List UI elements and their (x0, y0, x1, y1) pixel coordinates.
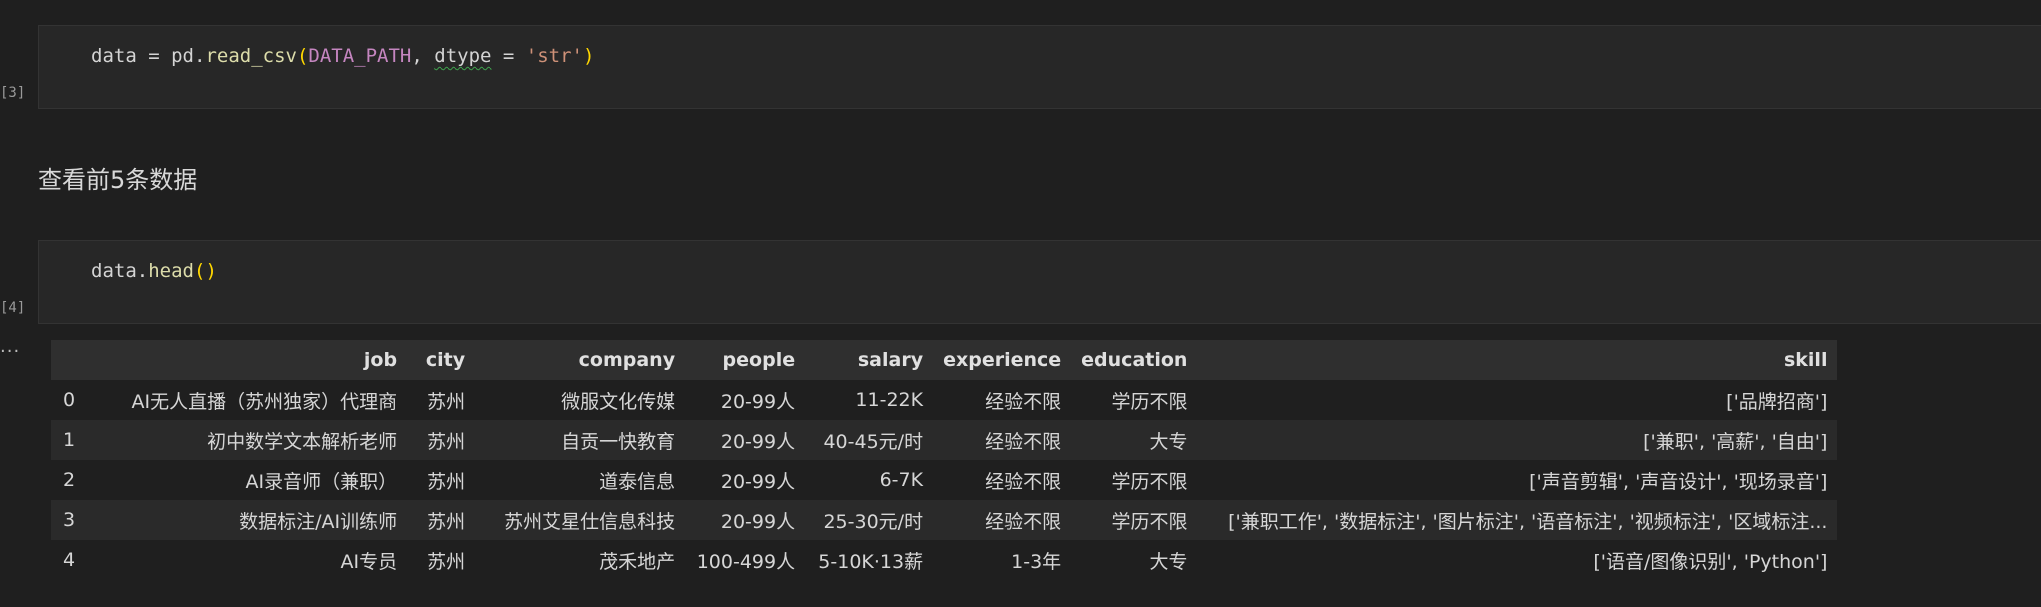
cell-education: 学历不限 (1071, 460, 1198, 500)
cell-skill: ['品牌招商'] (1197, 380, 1838, 420)
cell-education: 学历不限 (1071, 380, 1198, 420)
cell-city: 苏州 (407, 460, 476, 500)
code-token-var: data (91, 260, 137, 282)
markdown-heading: 查看前5条数据 (38, 166, 198, 194)
cell-city: 苏州 (407, 420, 476, 460)
code-token-close-paren: ) (205, 260, 217, 282)
dataframe-output: job city company people salary experienc… (51, 340, 1838, 580)
cell-experience: 经验不限 (933, 460, 1072, 500)
cell-company: 道泰信息 (475, 460, 686, 500)
row-index: 0 (51, 380, 88, 420)
cell-city: 苏州 (407, 380, 476, 420)
column-header-company: company (475, 340, 686, 380)
code-line[interactable]: data.head() (91, 260, 217, 282)
code-token-func: read_csv (205, 45, 297, 67)
cell-job: 初中数学文本解析老师 (87, 420, 408, 460)
code-token-open-paren: ( (296, 45, 309, 67)
output-menu-icon[interactable]: ... (0, 336, 20, 357)
column-header-job: job (87, 340, 408, 380)
execution-count: [4] (0, 300, 26, 316)
table-header-row: job city company people salary experienc… (51, 340, 1838, 380)
cell-skill: ['兼职', '高薪', '自由'] (1197, 420, 1838, 460)
cell-experience: 经验不限 (933, 500, 1072, 540)
cell-skill: ['声音剪辑', '声音设计', '现场录音'] (1197, 460, 1838, 500)
execution-count: [3] (0, 85, 26, 101)
cell-company: 微服文化传媒 (475, 380, 686, 420)
column-header-skill: skill (1197, 340, 1838, 380)
cell-company: 茂禾地产 (475, 540, 686, 580)
cell-people: 100-499人 (685, 540, 806, 580)
row-index: 1 (51, 420, 88, 460)
cell-salary: 5-10K·13薪 (805, 540, 934, 580)
code-token-open-paren: ( (193, 260, 206, 282)
cell-education: 大专 (1071, 540, 1198, 580)
column-header-city: city (407, 340, 476, 380)
cell-education: 学历不限 (1071, 500, 1198, 540)
code-token-arg: DATA_PATH (308, 45, 412, 67)
column-header-education: education (1071, 340, 1198, 380)
code-token-eq: = (491, 45, 526, 67)
cell-salary: 25-30元/时 (805, 500, 934, 540)
cell-city: 苏州 (407, 500, 476, 540)
notebook-page: data = pd.read_csv(DATA_PATH, dtype = 's… (0, 0, 2041, 607)
cell-experience: 1-3年 (933, 540, 1072, 580)
cell-city: 苏州 (407, 540, 476, 580)
code-token-dot: . (193, 45, 206, 67)
cell-salary: 11-22K (805, 380, 934, 420)
row-index: 3 (51, 500, 88, 540)
cell-company: 苏州艾星仕信息科技 (475, 500, 686, 540)
cell-salary: 40-45元/时 (805, 420, 934, 460)
code-token-comma: , (411, 45, 435, 67)
cell-experience: 经验不限 (933, 380, 1072, 420)
code-token-var: data (91, 45, 137, 67)
cell-people: 20-99人 (685, 420, 806, 460)
code-token-func: head (148, 260, 194, 282)
cell-job: AI专员 (87, 540, 408, 580)
cell-people: 20-99人 (685, 380, 806, 420)
code-token-string: 'str' (525, 45, 583, 67)
row-index: 2 (51, 460, 88, 500)
cell-company: 自贡一快教育 (475, 420, 686, 460)
table-row: 0 AI无人直播（苏州独家）代理商 苏州 微服文化传媒 20-99人 11-22… (51, 380, 1838, 420)
code-token-obj: pd (171, 45, 194, 67)
cell-salary: 6-7K (805, 460, 934, 500)
table-row: 2 AI录音师（兼职） 苏州 道泰信息 20-99人 6-7K 经验不限 学历不… (51, 460, 1838, 500)
cell-people: 20-99人 (685, 460, 806, 500)
code-token-dot: . (136, 260, 149, 282)
column-header-people: people (685, 340, 806, 380)
cell-experience: 经验不限 (933, 420, 1072, 460)
code-token-assign: = (136, 45, 172, 67)
code-token-kwarg: dtype (434, 45, 492, 67)
code-cell-read-csv[interactable]: data = pd.read_csv(DATA_PATH, dtype = 's… (38, 25, 2041, 109)
cell-job: 数据标注/AI训练师 (87, 500, 408, 540)
table-row: 1 初中数学文本解析老师 苏州 自贡一快教育 20-99人 40-45元/时 经… (51, 420, 1838, 460)
code-cell-head[interactable]: data.head() (38, 240, 2041, 324)
column-header-experience: experience (933, 340, 1072, 380)
table-row: 3 数据标注/AI训练师 苏州 苏州艾星仕信息科技 20-99人 25-30元/… (51, 500, 1838, 540)
column-header-index (51, 340, 88, 380)
cell-job: AI录音师（兼职） (87, 460, 408, 500)
row-index: 4 (51, 540, 88, 580)
cell-people: 20-99人 (685, 500, 806, 540)
column-header-salary: salary (805, 340, 934, 380)
code-line[interactable]: data = pd.read_csv(DATA_PATH, dtype = 's… (91, 45, 594, 67)
cell-skill: ['语音/图像识别', 'Python'] (1197, 540, 1838, 580)
cell-job: AI无人直播（苏州独家）代理商 (87, 380, 408, 420)
table-row: 4 AI专员 苏州 茂禾地产 100-499人 5-10K·13薪 1-3年 大… (51, 540, 1838, 580)
code-token-close-paren: ) (582, 45, 595, 67)
cell-education: 大专 (1071, 420, 1198, 460)
cell-skill: ['兼职工作', '数据标注', '图片标注', '语音标注', '视频标注',… (1197, 500, 1838, 540)
